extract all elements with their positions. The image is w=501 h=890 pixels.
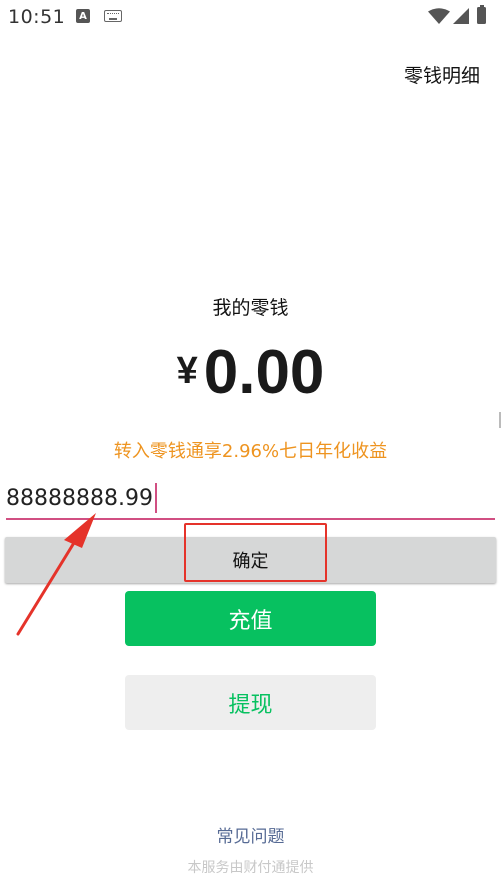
- provider-note: 本服务由财付通提供: [187, 860, 314, 876]
- notification-a-icon: A: [76, 9, 90, 23]
- signal-icon: [453, 8, 469, 24]
- balance-label: 我的零钱: [212, 297, 289, 319]
- amount-input-container: [6, 480, 495, 520]
- confirm-button[interactable]: 确定: [5, 537, 496, 583]
- status-time: 10:51: [8, 6, 66, 28]
- recharge-button[interactable]: 充值: [125, 591, 376, 646]
- balance-value: 0.00: [203, 338, 325, 407]
- keyboard-icon: [104, 10, 122, 22]
- withdraw-button[interactable]: 提现: [125, 675, 376, 730]
- balance-amount: ¥0.00: [0, 337, 501, 408]
- balance-detail-link[interactable]: 零钱明细: [404, 61, 480, 88]
- promo-text[interactable]: 转入零钱通享2.96%七日年化收益: [0, 437, 501, 463]
- status-bar: 10:51 A: [0, 0, 501, 34]
- text-caret: [155, 483, 157, 513]
- currency-symbol: ¥: [176, 350, 198, 392]
- faq-link[interactable]: 常见问题: [0, 822, 501, 847]
- battery-icon: [477, 5, 486, 24]
- amount-input[interactable]: [6, 480, 495, 516]
- wifi-icon: [428, 8, 450, 24]
